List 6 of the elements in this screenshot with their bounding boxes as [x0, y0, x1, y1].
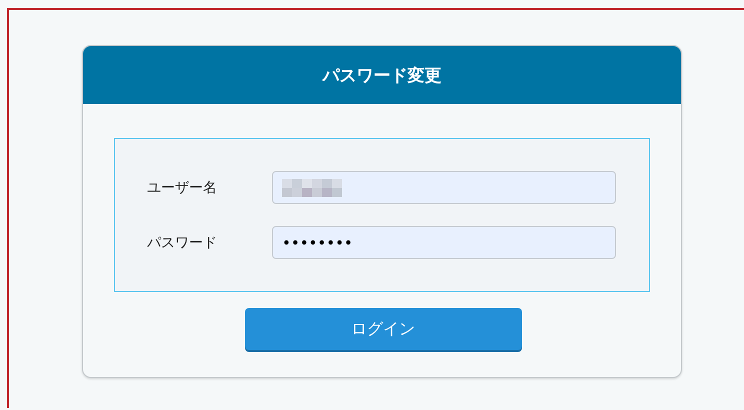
field-label: ユーザー名: [147, 178, 218, 196]
card-title: パスワード変更: [322, 64, 442, 86]
input-field[interactable]: [272, 171, 616, 204]
input-field[interactable]: ••••••••: [272, 226, 616, 259]
field-label: パスワード: [147, 234, 218, 252]
pixelated-icon: [282, 178, 342, 196]
